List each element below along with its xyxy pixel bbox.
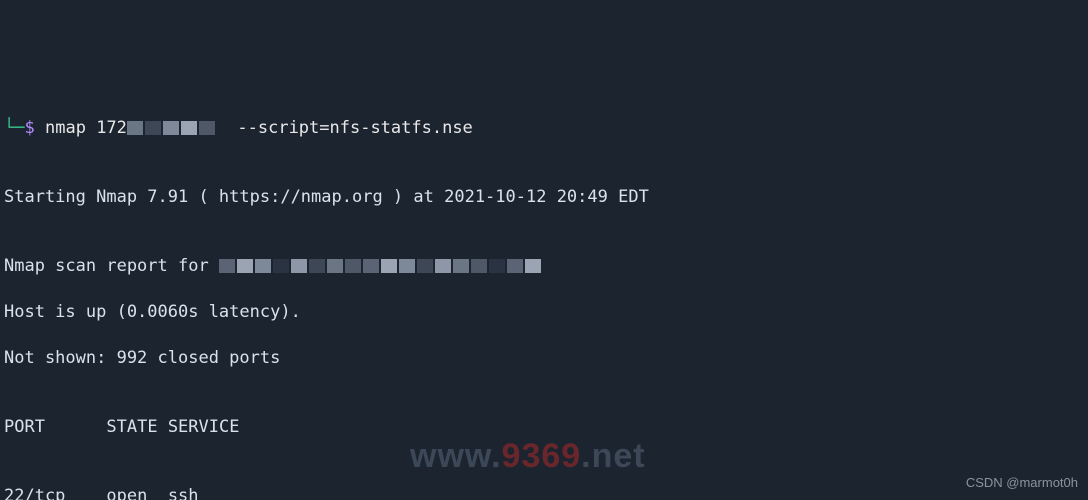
prompt-arrow-icon: └─ xyxy=(4,118,24,138)
ports-header: PORT STATE SERVICE xyxy=(4,416,1084,439)
command-bin: nmap xyxy=(45,118,86,138)
command-flag: --script=nfs-statfs.nse xyxy=(237,118,472,138)
watermark-w: www. xyxy=(410,437,502,475)
output-host-line: Host is up (0.0060s latency). xyxy=(4,301,1084,324)
header-state: STATE xyxy=(106,417,157,437)
prompt-line[interactable]: └─$ nmap 172 --script=nfs-statfs.nse xyxy=(4,117,1084,140)
start-prefix: Starting Nmap 7.91 ( https://nmap.org ) … xyxy=(4,187,444,207)
state-cell: open xyxy=(106,486,147,500)
command-arg-ip: 172 xyxy=(96,118,127,138)
watermark-n: .net xyxy=(581,437,645,475)
prompt-dollar: $ xyxy=(24,118,34,138)
watermark-d: 9369 xyxy=(502,437,582,475)
service-cell: ssh xyxy=(168,486,199,500)
header-service: SERVICE xyxy=(168,417,240,437)
port-row: 22/tcp open ssh xyxy=(4,485,1084,500)
port-cell: 22/tcp xyxy=(4,486,65,500)
report-prefix: Nmap scan report for xyxy=(4,256,219,276)
output-start-line: Starting Nmap 7.91 ( https://nmap.org ) … xyxy=(4,186,1084,209)
start-timestamp: 2021-10-12 20:49 EDT xyxy=(444,187,649,207)
header-port: PORT xyxy=(4,417,45,437)
output-report-line: Nmap scan report for xyxy=(4,255,1084,278)
output-notshown-line: Not shown: 992 closed ports xyxy=(4,347,1084,370)
redacted-host xyxy=(219,257,543,271)
redacted-ip xyxy=(127,119,217,133)
watermark-site: www.9369.net xyxy=(410,445,646,468)
